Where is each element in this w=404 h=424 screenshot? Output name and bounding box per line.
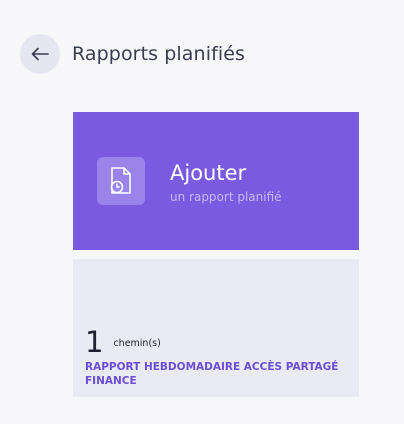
page-title: Rapports planifiés bbox=[72, 43, 246, 65]
add-card-subtitle: un rapport planifié bbox=[170, 190, 282, 204]
report-card[interactable]: 1 chemin(s) RAPPORT HEBDOMADAIRE ACCÈS P… bbox=[73, 259, 359, 397]
report-name: RAPPORT HEBDOMADAIRE ACCÈS PARTAGÉ FINAN… bbox=[85, 361, 339, 387]
arrow-left-icon bbox=[31, 47, 49, 61]
back-button[interactable] bbox=[20, 34, 60, 74]
path-count: 1 chemin(s) bbox=[85, 325, 161, 359]
scheduled-reports-page: Rapports planifiés Ajouter un rapport pl… bbox=[0, 0, 404, 424]
add-card-title: Ajouter bbox=[170, 161, 247, 185]
path-count-unit: chemin(s) bbox=[113, 338, 161, 349]
path-count-value: 1 bbox=[85, 325, 104, 359]
add-scheduled-report-card[interactable]: Ajouter un rapport planifié bbox=[73, 112, 359, 250]
scheduled-report-icon bbox=[97, 157, 145, 205]
